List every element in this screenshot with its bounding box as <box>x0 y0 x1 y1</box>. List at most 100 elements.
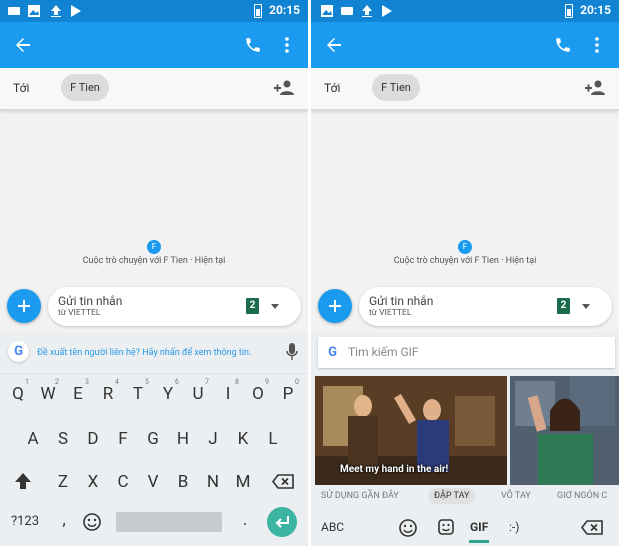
conversation-info: Cuộc trò chuyện với F Tien · Hiện tại <box>82 256 226 266</box>
key-x[interactable]: X <box>81 472 105 492</box>
sticker-icon[interactable] <box>438 519 454 535</box>
more-options-icon[interactable] <box>594 37 600 53</box>
key-s[interactable]: S <box>51 429 75 449</box>
play-store-icon <box>71 5 81 17</box>
comma-key[interactable]: , <box>52 510 76 530</box>
key-b[interactable]: B <box>171 472 195 492</box>
upload-icon <box>362 5 372 17</box>
category-high-five[interactable]: ĐẬP TAY <box>428 488 476 504</box>
image-icon <box>321 5 333 17</box>
keyboard: G Đề xuất tên người liên hệ? Hãy nhấn để… <box>0 332 308 546</box>
back-arrow-icon[interactable] <box>15 37 31 53</box>
recipient-bar: Tới F Tien <box>0 68 308 110</box>
key-q[interactable]: Q <box>6 384 30 404</box>
key-f[interactable]: F <box>111 429 135 449</box>
key-hint: 1 <box>25 378 29 386</box>
google-icon[interactable]: G <box>8 341 29 362</box>
contact-avatar: F <box>147 240 161 254</box>
key-m[interactable]: M <box>231 472 255 492</box>
key-c[interactable]: C <box>111 472 135 492</box>
gif-tab[interactable]: GIF <box>470 520 488 534</box>
recipient-bar: Tới F Tien <box>311 68 619 110</box>
more-options-icon[interactable] <box>284 37 290 53</box>
key-e[interactable]: E <box>66 384 90 404</box>
key-y[interactable]: Y <box>156 384 180 404</box>
space-key[interactable] <box>116 512 222 532</box>
gif-result[interactable]: Meet my hand in the air! <box>315 376 507 485</box>
add-person-icon[interactable] <box>274 80 296 96</box>
left-screen: 20:15 Tới F Tien F Cuộc trò chuyện với F… <box>0 0 308 546</box>
key-hint: 7 <box>205 378 209 386</box>
gif-result[interactable] <box>510 376 619 485</box>
shift-icon[interactable] <box>14 472 32 490</box>
key-hint: 4 <box>115 378 119 386</box>
key-i[interactable]: I <box>216 384 240 404</box>
contact-suggestion[interactable]: Đề xuất tên người liên hệ? Hãy nhấn để x… <box>37 348 251 358</box>
period-key[interactable]: . <box>233 510 257 530</box>
symbols-key[interactable]: ?123 <box>10 514 40 529</box>
key-w[interactable]: W <box>36 384 60 404</box>
enter-icon <box>275 516 289 528</box>
key-r[interactable]: R <box>96 384 120 404</box>
enter-key[interactable] <box>267 507 297 537</box>
key-p[interactable]: P <box>276 384 300 404</box>
category-applause[interactable]: VỖ TAY <box>501 491 531 501</box>
sim-selector[interactable]: 2 <box>557 298 570 314</box>
sim-dropdown-icon[interactable] <box>582 304 590 309</box>
key-hint: 9 <box>265 378 269 386</box>
backspace-icon[interactable] <box>272 474 294 489</box>
gif-search-input[interactable]: Tìm kiếm GIF <box>348 345 419 359</box>
message-input[interactable]: Gửi tin nhắn <box>58 294 122 308</box>
gif-categories: SỬ DỤNG GẦN ĐÂY ĐẬP TAY VỖ TAY GIƠ NGÓN … <box>311 488 619 511</box>
key-a[interactable]: A <box>21 429 45 449</box>
key-v[interactable]: V <box>141 472 165 492</box>
add-person-icon[interactable] <box>585 80 607 96</box>
sim-dropdown-icon[interactable] <box>271 304 279 309</box>
to-label: Tới <box>13 81 30 95</box>
attach-button[interactable] <box>318 289 352 323</box>
category-thumbs[interactable]: GIƠ NGÓN C <box>557 491 607 501</box>
key-h[interactable]: H <box>171 429 195 449</box>
battery-icon <box>565 4 573 18</box>
emoji-icon[interactable] <box>83 513 101 531</box>
mic-icon[interactable] <box>286 343 298 361</box>
key-z[interactable]: Z <box>51 472 75 492</box>
contact-avatar: F <box>458 240 472 254</box>
gif-search-bar[interactable]: G Tìm kiếm GIF <box>318 337 615 368</box>
contact-chip[interactable]: F Tien <box>61 74 109 101</box>
key-o[interactable]: O <box>246 384 270 404</box>
key-j[interactable]: J <box>201 429 225 449</box>
key-hint: 2 <box>55 378 59 386</box>
key-d[interactable]: D <box>81 429 105 449</box>
key-k[interactable]: K <box>231 429 255 449</box>
key-hint: 8 <box>235 378 239 386</box>
key-u[interactable]: U <box>186 384 210 404</box>
backspace-icon[interactable] <box>581 520 603 535</box>
conversation-info: Cuộc trò chuyện với F Tien · Hiện tại <box>393 256 537 266</box>
key-l[interactable]: L <box>261 429 285 449</box>
phone-icon[interactable] <box>244 36 262 54</box>
category-recent[interactable]: SỬ DỤNG GẦN ĐÂY <box>321 491 399 501</box>
abc-button[interactable]: ABC <box>321 520 344 534</box>
back-arrow-icon[interactable] <box>326 37 342 53</box>
to-label: Tới <box>324 81 341 95</box>
emoji-icon[interactable] <box>399 519 417 537</box>
battery-icon <box>254 4 262 18</box>
google-icon: G <box>322 342 343 363</box>
message-input[interactable]: Gửi tin nhắn <box>369 294 433 308</box>
sim-selector[interactable]: 2 <box>246 298 259 314</box>
contact-chip[interactable]: F Tien <box>372 74 420 101</box>
key-g[interactable]: G <box>141 429 165 449</box>
key-hint: 3 <box>85 378 89 386</box>
app-bar <box>311 22 619 68</box>
key-n[interactable]: N <box>201 472 225 492</box>
conversation-area: F Cuộc trò chuyện với F Tien · Hiện tại <box>0 110 308 286</box>
message-compose[interactable]: Gửi tin nhắn từ VIETTEL 2 <box>48 287 301 326</box>
key-t[interactable]: T <box>126 384 150 404</box>
emoticon-tab[interactable]: :-) <box>509 520 519 534</box>
attach-button[interactable] <box>7 289 41 323</box>
gif-bottom-bar: ABC GIF :-) <box>311 512 619 546</box>
clock: 20:15 <box>269 3 300 17</box>
message-compose[interactable]: Gửi tin nhắn từ VIETTEL 2 <box>359 287 612 326</box>
phone-icon[interactable] <box>554 36 572 54</box>
